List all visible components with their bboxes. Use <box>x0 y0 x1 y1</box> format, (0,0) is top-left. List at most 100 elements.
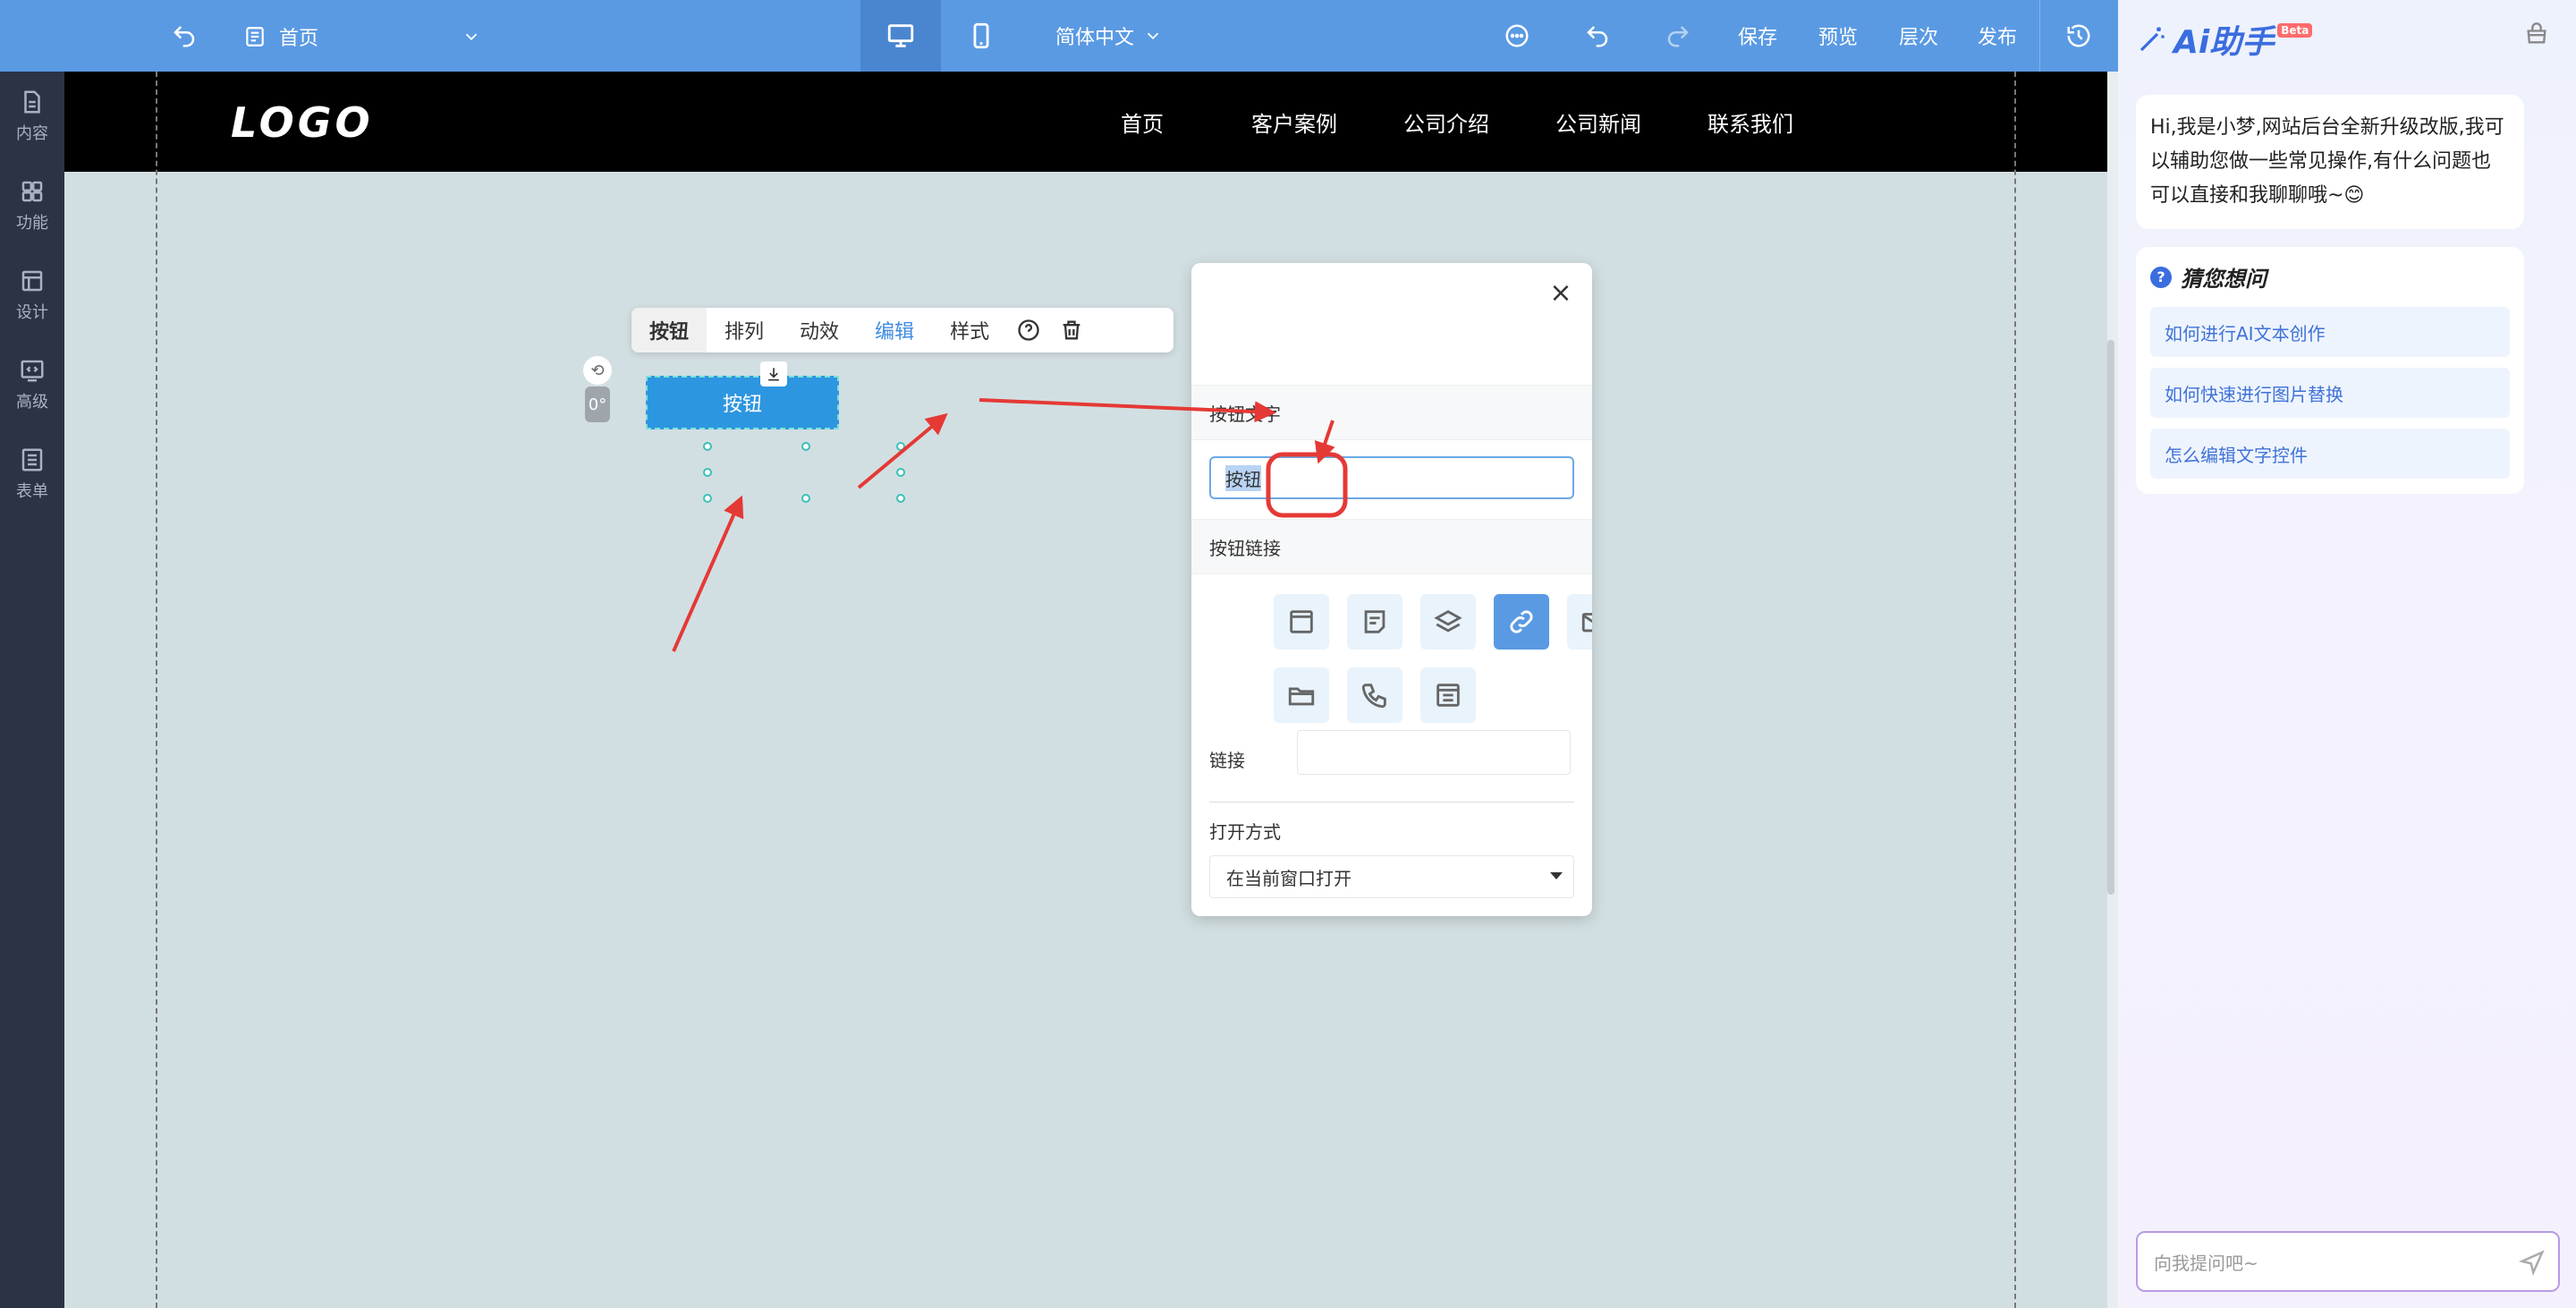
beta-badge: Beta <box>2277 23 2313 38</box>
device-switcher <box>860 0 1021 72</box>
publish-button[interactable]: 发布 <box>1966 0 2029 72</box>
scrollbar-thumb[interactable] <box>2107 340 2114 895</box>
sidebar-item-content[interactable]: 内容 <box>0 72 64 161</box>
site-header[interactable]: LOGO 首页 客户案例 公司介绍 公司新闻 联系我们 <box>64 72 2107 172</box>
undo-icon[interactable] <box>1571 0 1624 72</box>
grid-icon <box>21 181 43 202</box>
open-mode-value: 在当前窗口打开 <box>1226 867 1352 889</box>
left-sidebar: 内容 功能 设计 高级 表单 <box>0 72 64 1308</box>
mail-icon[interactable] <box>1567 594 1592 650</box>
page-select-label: 首页 <box>279 28 319 50</box>
sidebar-item-form[interactable]: 表单 <box>0 429 64 519</box>
site-logo[interactable]: LOGO <box>231 98 374 147</box>
suggestion-item[interactable]: 如何进行AI文本创作 <box>2150 307 2510 357</box>
trash-icon[interactable] <box>1050 308 1093 352</box>
sidebar-item-function[interactable]: 功能 <box>0 161 64 251</box>
shop-icon[interactable] <box>2524 21 2549 50</box>
nav-item-about[interactable]: 公司介绍 <box>1370 72 1522 172</box>
content-guide-right <box>2014 72 2016 1308</box>
ai-assistant-title: Ai助手 Beta <box>2136 16 2313 63</box>
nav-item-cases[interactable]: 客户案例 <box>1218 72 1370 172</box>
suggestion-item[interactable]: 怎么编辑文字控件 <box>2150 429 2510 479</box>
preview-button[interactable]: 预览 <box>1807 0 1869 72</box>
nav-item-contact[interactable]: 联系我们 <box>1674 72 1826 172</box>
page-list-icon <box>246 27 264 47</box>
chevron-down-icon <box>465 33 478 41</box>
more-icon[interactable] <box>1490 0 1544 72</box>
desktop-view-button[interactable] <box>860 0 941 72</box>
resize-handle[interactable] <box>801 442 810 451</box>
sidebar-item-design[interactable]: 设计 <box>0 251 64 340</box>
layers-icon[interactable] <box>1420 594 1476 650</box>
editor-canvas[interactable]: LOGO 首页 客户案例 公司介绍 公司新闻 联系我们 <box>64 72 2107 1308</box>
resize-handle[interactable] <box>896 494 905 503</box>
ai-greeting-text: Hi,我是小梦,网站后台全新升级改版,我可以辅助您做一些常见操作,有什么问题也可… <box>2150 116 2504 207</box>
ai-assistant-panel: Ai助手 Beta Hi,我是小梦,网站后台全新升级改版,我可以辅助您做一些常见… <box>2118 0 2576 1308</box>
element-toolbar: 按钮 排列 动效 编辑 样式 <box>631 308 1174 352</box>
save-button[interactable]: 保存 <box>1726 0 1789 72</box>
ai-suggestions-card: ? 猜您想问 如何进行AI文本创作 如何快速进行图片替换 怎么编辑文字控件 <box>2136 247 2524 494</box>
link-label: 链接 <box>1209 750 1245 771</box>
resize-handle[interactable] <box>703 442 712 451</box>
resize-handle[interactable] <box>896 442 905 451</box>
page-icon[interactable] <box>1274 594 1329 650</box>
rotate-icon[interactable]: ⟲ <box>583 356 612 385</box>
back-icon[interactable] <box>157 0 211 72</box>
caret-down-icon <box>1550 872 1563 879</box>
phone-icon[interactable] <box>1347 667 1402 723</box>
phone-device-icon <box>973 22 989 49</box>
layout-icon <box>21 270 43 292</box>
redo-icon[interactable] <box>1651 0 1705 72</box>
mobile-view-button[interactable] <box>941 0 1021 72</box>
resize-handle[interactable] <box>703 494 712 503</box>
top-toolbar: 首页 简体中文 保存 预览 层次 发布 <box>0 0 2118 72</box>
language-select[interactable]: 简体中文 <box>1029 0 1190 72</box>
site-nav: 首页 客户案例 公司介绍 公司新闻 联系我们 <box>1066 72 1826 172</box>
toolbar-divider <box>2039 0 2040 72</box>
button-text-label: 按钮文字 <box>1209 403 1281 425</box>
link-icon[interactable] <box>1494 594 1549 650</box>
open-mode-select[interactable]: 在当前窗口打开 <box>1209 855 1574 898</box>
sidebar-item-label: 功能 <box>16 214 48 233</box>
tool-edit[interactable]: 编辑 <box>857 308 932 352</box>
download-icon[interactable] <box>760 361 787 386</box>
button-text-input[interactable]: 按钮 <box>1209 456 1574 499</box>
history-icon[interactable] <box>2052 0 2106 72</box>
list-icon[interactable] <box>1420 667 1476 723</box>
ai-title-text: Ai助手 <box>2174 24 2275 61</box>
button-link-section: 按钮链接 <box>1191 519 1592 574</box>
page-select[interactable]: 首页 <box>233 14 492 59</box>
selected-button-element[interactable]: 按钮 <box>646 376 839 429</box>
open-mode-label: 打开方式 <box>1209 821 1281 843</box>
nav-item-home[interactable]: 首页 <box>1066 72 1218 172</box>
send-icon[interactable] <box>2518 1249 2546 1280</box>
content-guide-left <box>156 72 157 1308</box>
help-icon[interactable] <box>1007 308 1050 352</box>
language-label: 简体中文 <box>1055 27 1134 49</box>
link-input[interactable] <box>1297 730 1571 775</box>
article-icon[interactable] <box>1347 594 1402 650</box>
tool-arrange[interactable]: 排列 <box>707 308 782 352</box>
tool-animation[interactable]: 动效 <box>782 308 857 352</box>
folder-icon[interactable] <box>1274 667 1329 723</box>
monitor-icon <box>887 24 914 47</box>
sidebar-item-label: 内容 <box>16 124 48 143</box>
form-icon <box>21 448 43 471</box>
suggestion-item[interactable]: 如何快速进行图片替换 <box>2150 368 2510 418</box>
canvas-scrollbar[interactable] <box>2107 72 2118 1308</box>
resize-handle[interactable] <box>703 468 712 477</box>
ai-question-input[interactable]: 向我提问吧~ <box>2136 1231 2560 1292</box>
sidebar-item-advanced[interactable]: 高级 <box>0 340 64 429</box>
question-icon: ? <box>2150 266 2172 288</box>
suggestions-title: ? 猜您想问 <box>2150 261 2510 293</box>
resize-handle[interactable] <box>896 468 905 477</box>
chevron-down-icon <box>1147 32 1159 40</box>
layers-button[interactable]: 层次 <box>1887 0 1950 72</box>
close-icon[interactable]: × <box>1547 277 1574 309</box>
tool-button[interactable]: 按钮 <box>631 308 708 352</box>
sidebar-item-label: 表单 <box>16 482 48 501</box>
panel-divider <box>1209 802 1574 803</box>
resize-handle[interactable] <box>801 494 810 503</box>
nav-item-news[interactable]: 公司新闻 <box>1522 72 1674 172</box>
tool-style[interactable]: 样式 <box>932 308 1007 352</box>
